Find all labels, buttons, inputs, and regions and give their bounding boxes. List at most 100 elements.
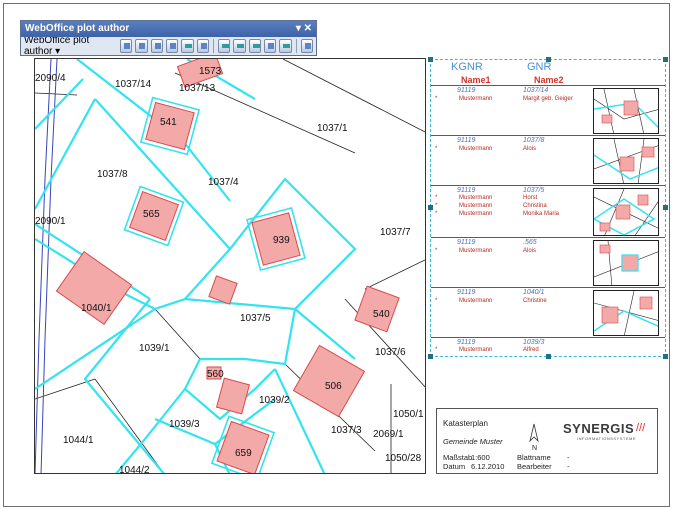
table-row[interactable]: 91119 .565 * Mustermann Alois [431,237,665,287]
column-header-name1: Name1 [461,75,491,85]
parcel-label: 1037/3 [331,425,362,436]
owner-name2: Margit geb. Geiger [523,96,573,102]
table-row[interactable]: 91119 1037/8 * Mustermann Alois [431,135,665,185]
sheet-name-value: - [567,453,570,462]
scale-value: 1:600 [471,453,490,462]
parcel-label: 1037/6 [375,347,406,358]
parcel-label: 1039/1 [139,343,170,354]
parcel-label: 1037/13 [179,83,216,94]
thumbnail-map [594,291,658,335]
column-header-kgnr: KGNR [451,61,483,73]
municipality-label: Gemeinde Muster [443,437,503,446]
owner-marker: * [435,298,438,304]
sheet-name-label: Blattname [517,453,551,462]
properties-icon[interactable] [181,39,194,53]
owner-name1: Mustermann [459,146,493,152]
editor-value: - [567,462,570,471]
resize-handle[interactable] [428,57,433,62]
thumbnail-map [594,89,658,133]
plot-author-menu[interactable]: WebOffice plot author ▾ [24,35,120,57]
parcel-label: 2069/1 [373,429,404,440]
table-icon[interactable] [233,39,246,53]
parcel-label: 1037/4 [208,177,239,188]
row-kgnr: 91119 [457,339,476,346]
row-gnr: 1037/8 [523,137,545,144]
parcel-label: 1044/2 [119,465,150,474]
owner-entry: * Mustermann Alois [431,146,591,154]
table-row[interactable]: 91119 1039/3 * Mustermann Alfred [431,337,665,357]
parcel-label: 506 [325,381,342,392]
parcel-label: 560 [207,369,224,380]
plot-author-toolbar[interactable]: WebOffice plot author ▾ ✕ WebOffice plot… [20,20,317,57]
frame-icon[interactable] [264,39,277,53]
row-kgnr: 91119 [457,239,476,246]
parcel-thumbnail [593,88,659,134]
table-row[interactable]: 91119 1037/5 * Mustermann Horst * Muster… [431,185,665,237]
parcel-label: 1037/1 [317,123,348,134]
owner-entry: * Mustermann Christine [431,298,591,306]
owner-entry: * Mustermann Monika Maria [431,211,591,219]
boundary-line [282,59,425,133]
row-gnr: 1039/3 [523,339,545,346]
owner-marker: * [435,203,438,209]
parcel-label: 1573 [199,66,222,77]
plan-title: Katasterplan [443,419,488,428]
table-row[interactable]: 91119 1040/1 * Mustermann Christine [431,287,665,337]
owner-name2: Christina [523,203,547,209]
parcel-label: 1037/14 [115,79,152,90]
row-kgnr: 91119 [457,187,476,194]
toolbar-separator [295,39,297,53]
thumbnail-map [594,241,658,285]
parcel-label: 565 [143,209,160,220]
toolbar-titlebar[interactable]: WebOffice plot author ▾ ✕ [21,21,316,37]
owner-name2: Alois [523,146,537,152]
building [215,377,251,415]
parcel-label: 2090/4 [35,73,66,84]
owner-entry: * Mustermann Alfred [431,347,591,355]
owner-name1: Mustermann [459,211,493,217]
thumbnail-map [594,139,658,183]
owner-table-frame[interactable]: KGNR GNR Name1 Name2 91119 1037/14 * Mus… [428,57,668,359]
date-value: 6.12.2010 [471,462,505,471]
table-add-icon[interactable] [248,39,262,53]
cadastral-map[interactable]: 2090/4 1037/14 1573 1037/13 541 1037/1 1… [34,58,426,474]
parcel-label: 540 [373,309,390,320]
refresh-icon[interactable] [300,39,313,53]
north-arrow-icon [529,423,539,443]
plot-title-block[interactable]: Katasterplan Gemeinde Muster Maßstab 1:6… [436,408,658,474]
owner-entry: * Mustermann Margit geb. Geiger [431,96,591,104]
open-plot-icon[interactable] [135,39,148,53]
cut-icon[interactable] [279,39,292,53]
resize-handle[interactable] [663,57,668,62]
table-row[interactable]: 91119 1037/14 * Mustermann Margit geb. G… [431,85,665,135]
row-gnr: 1037/14 [523,87,549,94]
owner-marker: * [435,347,438,353]
road-lines [35,59,58,473]
owner-name2: Monika Maria [523,211,560,217]
row-kgnr: 91119 [457,289,476,296]
text-icon[interactable] [217,39,231,53]
owner-marker: * [435,96,438,102]
logo-subtitle: INFORMATIONSSYSTEME [577,436,636,441]
owner-marker: * [435,195,438,201]
row-kgnr: 91119 [457,137,476,144]
toolbar-title: WebOffice plot author [25,23,130,34]
toolbar-window-controls[interactable]: ▾ ✕ [296,21,312,37]
parcel-label: 2090/1 [35,216,66,227]
add-element-icon[interactable] [166,39,179,53]
new-plot-icon[interactable] [119,39,133,53]
parcel-thumbnail [593,240,659,286]
owner-name1: Mustermann [459,298,493,304]
logo-mark-icon: /// [636,422,646,434]
parcel-thumbnail [593,290,659,336]
parcel-label: 541 [160,117,177,128]
scale-label: Maßstab [443,453,473,462]
owner-marker: * [435,211,438,217]
parcel-label: 1037/7 [380,227,411,238]
layout-icon[interactable] [196,39,210,53]
row-gnr: 1037/5 [523,187,545,194]
toolbar-separator [213,39,214,53]
parcel-line [83,298,165,473]
owner-name1: Mustermann [459,203,493,209]
save-plot-icon[interactable] [150,39,164,53]
